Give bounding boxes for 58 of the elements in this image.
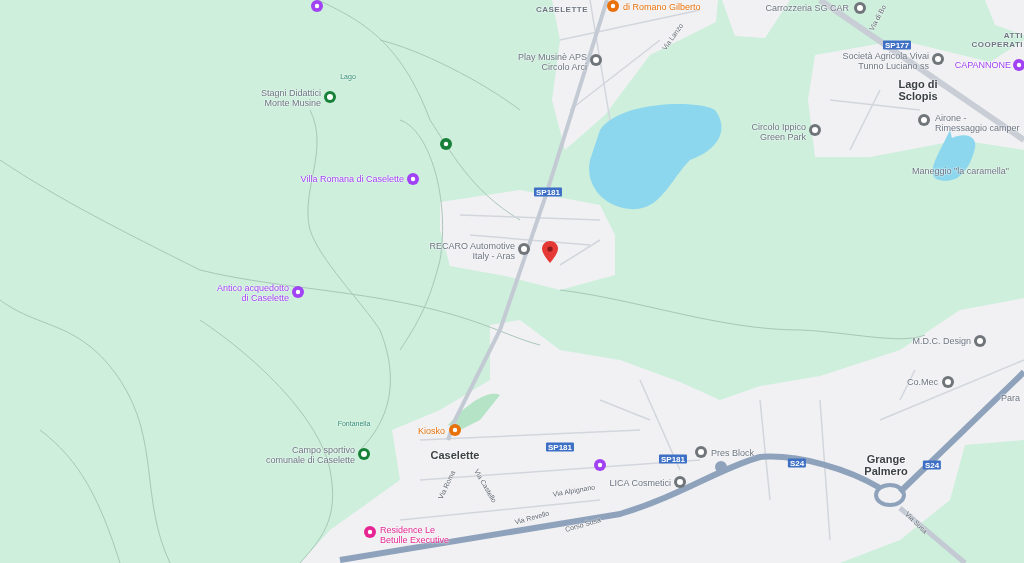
town-label: Grange Palmero <box>864 453 908 477</box>
town-label: Caselette <box>430 449 480 461</box>
place-label[interactable]: Circolo Ippico Green Park <box>751 122 806 142</box>
road <box>898 506 967 563</box>
place-label[interactable]: Pres Block <box>711 448 754 458</box>
ring-marker-icon[interactable] <box>358 448 370 460</box>
route-shield: SP181 <box>546 442 574 452</box>
map-marker-icon[interactable] <box>1013 59 1024 71</box>
place-label[interactable]: Campo sportivo comunale di Caselette <box>265 445 355 465</box>
place-label[interactable]: Società Agricola Vivai Tunno Luciano ss <box>842 51 929 71</box>
place-label[interactable]: M.D.C. Design <box>912 336 971 346</box>
place-label[interactable]: RECARO Automotive Italy - Aras <box>429 241 515 261</box>
place-label[interactable]: Villa Romana di Caselette <box>300 174 404 184</box>
place-label[interactable]: Residence Le Betulle Executive <box>380 525 450 545</box>
route-shield: SP181 <box>659 454 687 464</box>
map-marker-icon[interactable] <box>440 138 452 150</box>
place-label[interactable]: Stagni Didattici Monte Musine <box>260 88 321 108</box>
ring-marker-icon[interactable] <box>942 376 954 388</box>
place-label[interactable]: Kiosko <box>418 426 445 436</box>
place-label[interactable]: Play Musinè APS Circolo Arci <box>517 52 587 72</box>
ring-marker-icon[interactable] <box>324 91 336 103</box>
map-marker-icon[interactable] <box>311 0 323 12</box>
place-label[interactable]: Co.Mec <box>907 377 938 387</box>
place-label: Maneggio "la caramella" <box>912 166 1009 176</box>
map-marker-icon[interactable] <box>407 173 419 185</box>
place-label[interactable]: Antico acquedotto di Caselette <box>216 283 289 303</box>
ring-marker-icon[interactable] <box>809 124 821 136</box>
urban-area <box>985 0 1024 35</box>
place-label[interactable]: Airone - Rimessaggio camper <box>935 113 1020 133</box>
place-label: Para <box>1001 393 1020 403</box>
area-label: CASELETTE <box>535 4 589 14</box>
ring-marker-icon[interactable] <box>974 335 986 347</box>
route-shield: SP181 <box>534 187 562 197</box>
ring-marker-icon[interactable] <box>932 53 944 65</box>
map-marker-icon[interactable] <box>594 459 606 471</box>
town-label: Lago di Sclopis <box>898 78 938 102</box>
map-marker-icon[interactable] <box>292 286 304 298</box>
roundabout <box>715 461 727 473</box>
route-shield: S24 <box>922 460 942 470</box>
map-marker-icon[interactable] <box>449 424 461 436</box>
area-label: ATTI COOPERATI <box>971 31 1023 49</box>
roundabout <box>874 483 906 507</box>
park-area <box>448 393 500 430</box>
location-pin-icon[interactable] <box>542 241 558 263</box>
place-label[interactable]: di Romano Gilberto <box>623 2 701 12</box>
ring-marker-icon[interactable] <box>590 54 602 66</box>
route-shield: SP177 <box>883 40 911 50</box>
ring-marker-icon[interactable] <box>918 114 930 126</box>
route-shield: S24 <box>787 458 807 468</box>
ring-marker-icon[interactable] <box>854 2 866 14</box>
map-marker-icon[interactable] <box>607 0 619 12</box>
map-marker-icon[interactable] <box>364 526 376 538</box>
place-label[interactable]: Carrozzeria SG CAR <box>765 3 849 13</box>
ring-marker-icon[interactable] <box>518 243 530 255</box>
ring-marker-icon[interactable] <box>674 476 686 488</box>
place-label[interactable]: CAPANNONE <box>954 60 1011 70</box>
ring-marker-icon[interactable] <box>695 446 707 458</box>
place-label[interactable]: LICA Cosmetici <box>609 478 671 488</box>
